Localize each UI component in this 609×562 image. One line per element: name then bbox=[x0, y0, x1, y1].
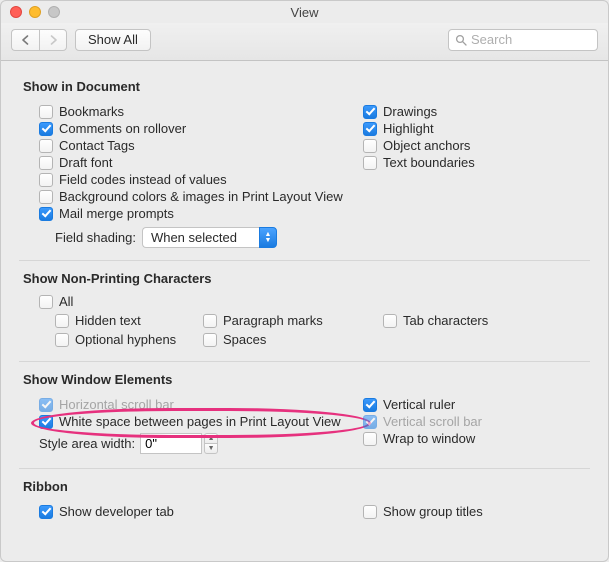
section-show-in-document-title: Show in Document bbox=[23, 79, 586, 94]
checkbox-vertical-ruler[interactable] bbox=[363, 398, 377, 412]
label-spaces: Spaces bbox=[223, 332, 266, 347]
label-vertical-ruler: Vertical ruler bbox=[383, 397, 455, 412]
checkbox-horizontal-scroll bbox=[39, 398, 53, 412]
separator bbox=[19, 468, 590, 469]
label-drawings: Drawings bbox=[383, 104, 437, 119]
label-paragraph-marks: Paragraph marks bbox=[223, 313, 323, 328]
nav-buttons bbox=[11, 29, 67, 51]
checkbox-spaces[interactable] bbox=[203, 333, 217, 347]
preferences-window: View Show All Search Show in Document Bo bbox=[0, 0, 609, 562]
zoom-window-button bbox=[48, 6, 60, 18]
checkbox-wrap-to-window[interactable] bbox=[363, 432, 377, 446]
label-developer-tab: Show developer tab bbox=[59, 504, 174, 519]
search-field[interactable]: Search bbox=[448, 29, 598, 51]
label-group-titles: Show group titles bbox=[383, 504, 483, 519]
show-all-button[interactable]: Show All bbox=[75, 29, 151, 51]
label-contact-tags: Contact Tags bbox=[59, 138, 135, 153]
show-all-label: Show All bbox=[88, 32, 138, 47]
label-text-boundaries: Text boundaries bbox=[383, 155, 475, 170]
checkbox-field-codes[interactable] bbox=[39, 173, 53, 187]
checkbox-group-titles[interactable] bbox=[363, 505, 377, 519]
label-tab-characters: Tab characters bbox=[403, 313, 488, 328]
close-window-button[interactable] bbox=[10, 6, 22, 18]
separator bbox=[19, 361, 590, 362]
search-placeholder: Search bbox=[471, 32, 512, 47]
checkbox-optional-hyphens[interactable] bbox=[55, 333, 69, 347]
label-horizontal-scroll: Horizontal scroll bar bbox=[59, 397, 174, 412]
label-bookmarks: Bookmarks bbox=[59, 104, 124, 119]
checkbox-white-space[interactable] bbox=[39, 415, 53, 429]
label-draft-font: Draft font bbox=[59, 155, 112, 170]
toolbar: Show All Search bbox=[1, 23, 608, 61]
checkbox-vertical-scroll bbox=[363, 415, 377, 429]
stepper-style-area-width[interactable]: ▲▼ bbox=[204, 433, 218, 454]
select-field-shading-value: When selected bbox=[142, 227, 259, 248]
checkbox-draft-font[interactable] bbox=[39, 156, 53, 170]
checkbox-mail-merge[interactable] bbox=[39, 207, 53, 221]
label-vertical-scroll: Vertical scroll bar bbox=[383, 414, 482, 429]
window-title: View bbox=[1, 5, 608, 20]
label-hidden-text: Hidden text bbox=[75, 313, 141, 328]
section-window-elements-title: Show Window Elements bbox=[23, 372, 586, 387]
chevron-up-icon: ▲ bbox=[204, 433, 218, 443]
label-optional-hyphens: Optional hyphens bbox=[75, 332, 176, 347]
checkbox-paragraph-marks[interactable] bbox=[203, 314, 217, 328]
back-button[interactable] bbox=[11, 29, 39, 51]
checkbox-hidden-text[interactable] bbox=[55, 314, 69, 328]
section-nonprint-title: Show Non-Printing Characters bbox=[23, 271, 586, 286]
forward-button bbox=[39, 29, 67, 51]
checkbox-drawings[interactable] bbox=[363, 105, 377, 119]
select-field-shading[interactable]: When selected ▲▼ bbox=[142, 227, 277, 248]
label-white-space: White space between pages in Print Layou… bbox=[59, 414, 341, 429]
select-arrows-icon: ▲▼ bbox=[259, 227, 277, 248]
label-comments-rollover: Comments on rollover bbox=[59, 121, 186, 136]
checkbox-object-anchors[interactable] bbox=[363, 139, 377, 153]
label-wrap-to-window: Wrap to window bbox=[383, 431, 475, 446]
label-highlight: Highlight bbox=[383, 121, 434, 136]
label-object-anchors: Object anchors bbox=[383, 138, 470, 153]
label-field-codes: Field codes instead of values bbox=[59, 172, 227, 187]
label-field-shading: Field shading: bbox=[55, 230, 136, 245]
checkbox-developer-tab[interactable] bbox=[39, 505, 53, 519]
input-style-area-width[interactable] bbox=[140, 433, 202, 454]
search-icon bbox=[455, 34, 467, 46]
separator bbox=[19, 260, 590, 261]
checkbox-tab-characters[interactable] bbox=[383, 314, 397, 328]
checkbox-all[interactable] bbox=[39, 295, 53, 309]
minimize-window-button[interactable] bbox=[29, 6, 41, 18]
label-mail-merge: Mail merge prompts bbox=[59, 206, 174, 221]
label-all: All bbox=[59, 294, 73, 309]
checkbox-comments-rollover[interactable] bbox=[39, 122, 53, 136]
checkbox-bg-colors[interactable] bbox=[39, 190, 53, 204]
label-style-area-width: Style area width: bbox=[39, 436, 135, 451]
checkbox-contact-tags[interactable] bbox=[39, 139, 53, 153]
label-bg-colors: Background colors & images in Print Layo… bbox=[59, 189, 343, 204]
checkbox-highlight[interactable] bbox=[363, 122, 377, 136]
checkbox-text-boundaries[interactable] bbox=[363, 156, 377, 170]
titlebar: View bbox=[1, 1, 608, 23]
checkbox-bookmarks[interactable] bbox=[39, 105, 53, 119]
chevron-down-icon: ▼ bbox=[204, 443, 218, 454]
content: Show in Document Bookmarks Comments on r… bbox=[1, 61, 608, 561]
section-ribbon-title: Ribbon bbox=[23, 479, 586, 494]
